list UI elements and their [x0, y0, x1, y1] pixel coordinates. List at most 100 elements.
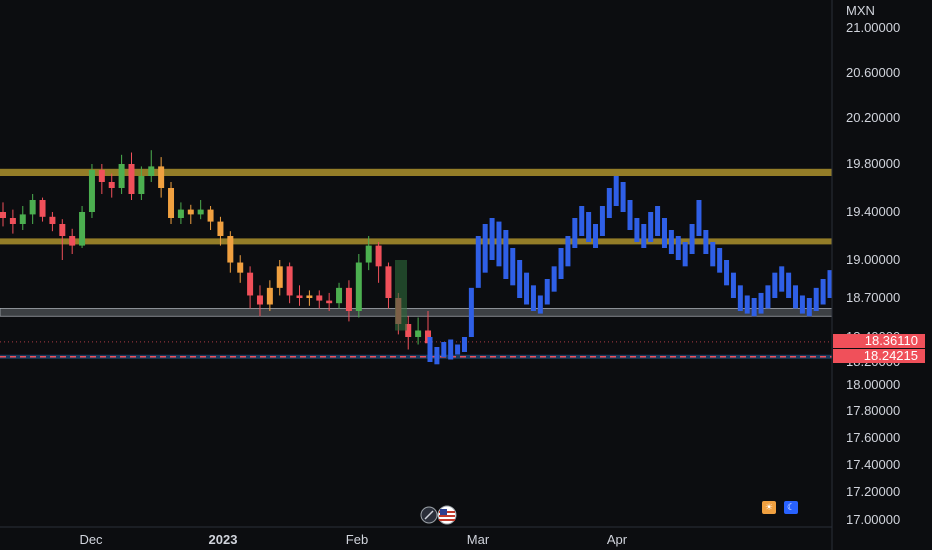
- candle-body: [247, 272, 254, 296]
- projected-bar: [799, 295, 805, 314]
- sun-icon[interactable]: ☀: [762, 501, 776, 514]
- projected-bar: [558, 248, 564, 279]
- last-price-tag: 18.36110: [833, 334, 925, 348]
- candle-body: [118, 164, 125, 188]
- candle-body: [217, 221, 224, 236]
- time-tick-label: Feb: [346, 532, 368, 547]
- currency-flag-icon[interactable]: [416, 505, 462, 525]
- projected-bar: [427, 337, 433, 362]
- candle-body: [128, 164, 135, 194]
- dashed-level-tag: 18.24215: [833, 349, 925, 363]
- candle-body: [69, 236, 76, 246]
- candle-body: [138, 176, 145, 194]
- candle-body: [79, 212, 86, 246]
- level-zone: [0, 168, 832, 176]
- projected-bar: [496, 221, 502, 267]
- level-zone: [0, 308, 833, 317]
- projected-bar: [724, 260, 730, 286]
- candle-body: [365, 245, 372, 263]
- projected-bar: [689, 224, 695, 254]
- projected-bar: [627, 200, 633, 230]
- projected-bar: [765, 285, 771, 309]
- projected-bar: [634, 218, 640, 242]
- candle-body: [187, 209, 194, 215]
- projected-bar: [613, 176, 619, 206]
- projected-bar: [730, 272, 736, 298]
- candle-body: [306, 295, 313, 298]
- projected-bar: [772, 272, 778, 298]
- candle-body: [326, 300, 333, 304]
- moon-icon[interactable]: ☾: [784, 501, 798, 514]
- projected-bar: [593, 224, 599, 248]
- projected-bar: [661, 218, 667, 248]
- projected-bar: [675, 236, 681, 260]
- time-tick-label: Dec: [79, 532, 103, 547]
- projected-bar: [489, 218, 495, 260]
- projected-bar: [655, 206, 661, 236]
- candle-body: [227, 236, 234, 263]
- projected-bar: [696, 200, 702, 236]
- projected-bar: [703, 230, 709, 254]
- projected-bar: [682, 242, 688, 267]
- projected-bar: [517, 260, 523, 298]
- candle-body: [39, 200, 46, 217]
- price-tick-label: 19.00000: [846, 252, 900, 267]
- price-tick-label: 18.70000: [846, 290, 900, 305]
- projected-bar: [806, 298, 812, 317]
- projected-bar: [565, 236, 571, 267]
- projected-bar: [448, 339, 454, 360]
- candle-body: [49, 216, 56, 224]
- projected-bar: [606, 188, 612, 218]
- projected-bar: [641, 224, 647, 248]
- candle-body: [375, 245, 382, 267]
- price-tick-label: 17.60000: [846, 430, 900, 445]
- candle-body: [336, 287, 343, 304]
- candle-body: [355, 262, 362, 311]
- candle-body: [29, 200, 36, 215]
- signal-box: [395, 260, 407, 331]
- projected-bar: [544, 279, 550, 305]
- price-tick-label: 17.00000: [846, 512, 900, 527]
- candle-body: [286, 266, 293, 296]
- candle-body: [168, 188, 175, 218]
- projected-bar: [751, 298, 757, 317]
- candle-body: [59, 224, 66, 236]
- projected-bar: [779, 266, 785, 292]
- projected-bar: [717, 248, 723, 273]
- projected-bar: [530, 285, 536, 311]
- candle-body: [256, 295, 263, 305]
- candle-body: [148, 166, 155, 176]
- candle-body: [88, 170, 95, 212]
- price-chart[interactable]: 21.00000 20.60000 20.20000 19.80000 19.40000…: [0, 0, 932, 550]
- projected-bar: [648, 212, 654, 242]
- price-tick-label: 18.00000: [846, 377, 900, 392]
- price-tick-label: 20.60000: [846, 65, 900, 80]
- price-axis: 21.00000 20.60000 20.20000 19.80000 19.40000…: [846, 20, 900, 527]
- price-tick-label: 17.80000: [846, 403, 900, 418]
- time-axis: Dec 2023 Feb Mar Apr: [79, 532, 627, 547]
- time-tick-label: Apr: [607, 532, 628, 547]
- candle-body: [266, 287, 273, 305]
- currency-label: MXN: [846, 3, 875, 18]
- price-tick-label: 19.80000: [846, 156, 900, 171]
- price-tick-label: 17.40000: [846, 457, 900, 472]
- candle-body: [98, 170, 105, 182]
- price-tick-label: 21.00000: [846, 20, 900, 35]
- price-tick-label: 20.20000: [846, 110, 900, 125]
- level-zones: [0, 168, 833, 359]
- candle-body: [276, 266, 283, 288]
- projected-bar: [813, 287, 819, 311]
- historical-candles: [0, 150, 431, 352]
- candle-body: [415, 330, 422, 337]
- projected-bar: [461, 337, 467, 352]
- projected-bar: [786, 272, 792, 298]
- projected-bar: [572, 218, 578, 248]
- projected-bar: [668, 230, 674, 254]
- projected-bar: [599, 206, 605, 236]
- projected-bar: [475, 236, 481, 288]
- projected-bar: [586, 212, 592, 242]
- time-tick-label: 2023: [209, 532, 238, 547]
- projected-bar: [434, 347, 440, 365]
- candle-body: [345, 287, 352, 311]
- candle-body: [9, 218, 16, 224]
